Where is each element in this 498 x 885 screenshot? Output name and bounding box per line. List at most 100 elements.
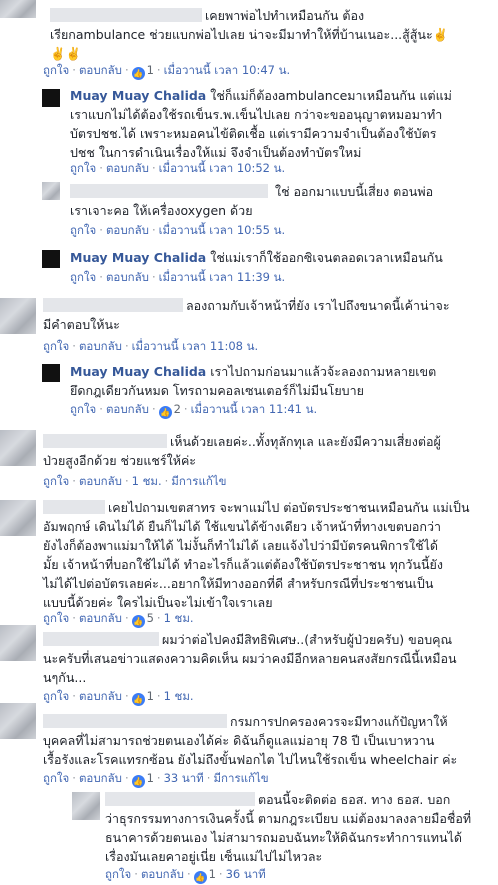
comment-actions: ถูกใจ · ตอบกลับ · 👍 1 · 33 นาที · มีการแก้ไข xyxy=(43,771,269,788)
reply-link[interactable]: ตอบกลับ xyxy=(79,63,122,77)
comment-actions: ถูกใจ · ตอบกลับ · 👍 1 · เมื่อวานนี้ เวลา 10:47 … xyxy=(43,63,291,80)
edited-label[interactable]: มีการแก้ไข xyxy=(171,474,226,488)
comment-actions: ถูกใจ · ตอบกลับ · เมื่อวานนี้ เวลา 10:52 น. xyxy=(70,161,286,175)
like-link[interactable]: ถูกใจ xyxy=(43,63,69,77)
comment-text: บุคคลที่ไม่สามารถช่วยตนเองได้ค่ะ ดิฉันก็… xyxy=(43,733,435,748)
comment-text: ใช่แม่เราก็ใช้ออกซิเจนตลอดเวลาเหมือนกัน xyxy=(210,250,443,265)
comment-text: ✌️✌️ xyxy=(50,46,82,61)
like-link[interactable]: ถูกใจ xyxy=(70,223,96,237)
like-count[interactable]: 1 xyxy=(147,771,154,785)
redacted-name xyxy=(105,792,255,806)
comment-text: เราเจาะคอ ให้เครื่องoxygen ด้วย xyxy=(70,203,253,218)
like-link[interactable]: ถูกใจ xyxy=(43,689,69,703)
comment-body: เห็นด้วยเลยค่ะ..ทั้งทุลักทุเล และยังมีคว… xyxy=(43,432,441,470)
comment-text: เรียกambulance ช่วยแบกพ่อไปเลย น่าจะมีมา… xyxy=(50,27,449,42)
like-link[interactable]: ถูกใจ xyxy=(43,339,69,353)
timestamp[interactable]: เมื่อวานนี้ เวลา 11:08 น. xyxy=(132,339,259,353)
comment-text: เราไปถามก่อนมาแล้วจ้ะลองถามหลายเขต xyxy=(210,364,437,379)
like-badge-icon[interactable]: 👍 xyxy=(131,615,145,628)
like-count[interactable]: 1 xyxy=(147,689,154,703)
reply-link[interactable]: ตอบกลับ xyxy=(79,339,122,353)
author-name[interactable]: Muay Muay Chalida xyxy=(70,250,206,265)
like-link[interactable]: ถูกใจ xyxy=(70,402,96,416)
author-name[interactable]: Muay Muay Chalida xyxy=(70,88,206,103)
like-badge-icon[interactable]: 👍 xyxy=(158,406,172,419)
redacted-name xyxy=(50,8,202,22)
redacted-name xyxy=(43,434,167,448)
like-link[interactable]: ถูกใจ xyxy=(105,867,131,881)
like-link[interactable]: ถูกใจ xyxy=(43,474,69,488)
avatar[interactable] xyxy=(42,364,60,382)
avatar[interactable] xyxy=(42,89,60,107)
avatar[interactable] xyxy=(72,792,100,820)
comment-text: นๆกัน... xyxy=(43,670,87,685)
avatar[interactable] xyxy=(0,703,36,739)
comment-actions: ถูกใจ · ตอบกลับ · เมื่อวานนี้ เวลา 11:08 น. xyxy=(43,339,259,353)
timestamp[interactable]: เมื่อวานนี้ เวลา 11:41 น. xyxy=(191,402,318,416)
timestamp[interactable]: 1 ชม. xyxy=(132,474,162,488)
like-badge-icon[interactable]: 👍 xyxy=(131,775,145,788)
like-badge-icon[interactable]: 👍 xyxy=(131,67,145,80)
comment-body: กรมการปกครองควรจะมีทางแก้ปัญหาให้ บุคคลท… xyxy=(43,712,457,769)
comment-actions: ถูกใจ · ตอบกลับ · เมื่อวานนี้ เวลา 11:39 น. xyxy=(70,270,286,284)
author-name[interactable]: Muay Muay Chalida xyxy=(70,364,206,379)
comment-text: อัมพฤกษ์ เดินไม่ได้ ยืนก็ไม่ได้ ใช้แขนได… xyxy=(43,519,442,534)
like-count[interactable]: 2 xyxy=(174,402,181,416)
like-badge-icon[interactable]: 👍 xyxy=(193,871,207,884)
like-link[interactable]: ถูกใจ xyxy=(70,161,96,175)
reply-link[interactable]: ตอบกลับ xyxy=(106,161,149,175)
timestamp[interactable]: เมื่อวานนี้ เวลา 11:39 น. xyxy=(159,270,286,284)
like-count[interactable]: 5 xyxy=(147,611,154,625)
comment-text: ใช่ก็แม่ก็ต้องambulanceมาเหมือนกัน แต่แม… xyxy=(210,88,452,103)
comment-body: Muay Muay Chalida เราไปถามก่อนมาแล้วจ้ะล… xyxy=(70,362,436,400)
avatar[interactable] xyxy=(42,182,60,200)
timestamp[interactable]: เมื่อวานนี้ เวลา 10:47 น. xyxy=(164,63,291,77)
reply-link[interactable]: ตอบกลับ xyxy=(106,270,149,284)
avatar[interactable] xyxy=(42,250,60,268)
timestamp[interactable]: 1 ชม. xyxy=(164,611,194,625)
edited-label[interactable]: มีการแก้ไข xyxy=(213,771,268,785)
comment-text: ป่วยสูงอีกด้วย ช่วยแชร์ให้ค่ะ xyxy=(43,453,197,468)
comment-text: ธนาคารด้วยตนเอง ไม่สามารถมอบฉันทะให้ดิฉั… xyxy=(105,830,463,845)
reply-link[interactable]: ตอบกลับ xyxy=(141,867,184,881)
reply-link[interactable]: ตอบกลับ xyxy=(79,474,122,488)
avatar[interactable] xyxy=(0,298,36,334)
like-count[interactable]: 1 xyxy=(147,63,154,77)
comment-text: กรมการปกครองควรจะมีทางแก้ปัญหาให้ xyxy=(230,714,448,729)
reply-link[interactable]: ตอบกลับ xyxy=(79,689,122,703)
comment-body: Muay Muay Chalida ใช่แม่เราก็ใช้ออกซิเจน… xyxy=(70,248,443,267)
avatar[interactable] xyxy=(0,0,36,18)
comment-actions: ถูกใจ · ตอบกลับ · 👍 5 · 1 ชม. xyxy=(43,611,194,628)
comment-body: ผมว่าต่อไปคงมีสิทธิพิเศษ..(สำหรับผู้ป่วย… xyxy=(43,630,457,687)
like-link[interactable]: ถูกใจ xyxy=(43,771,69,785)
timestamp[interactable]: 33 นาที xyxy=(164,771,204,785)
timestamp[interactable]: เมื่อวานนี้ เวลา 10:52 น. xyxy=(159,161,286,175)
comment-body: ใช่ ออกมาแบบนี้เสี่ยง ตอนพ่อ เราเจาะคอ ใ… xyxy=(70,182,433,220)
reply-link[interactable]: ตอบกลับ xyxy=(79,771,122,785)
like-link[interactable]: ถูกใจ xyxy=(43,611,69,625)
comment-body: ลองถามกับเจ้าหน้าที่ยัง เราไปถึงขนาดนี้เ… xyxy=(43,296,450,334)
comment-text: มีคำตอบให้นะ xyxy=(43,317,120,332)
redacted-name xyxy=(43,298,183,312)
reply-link[interactable]: ตอบกลับ xyxy=(79,611,122,625)
timestamp[interactable]: 1 ชม. xyxy=(164,689,194,703)
reply-link[interactable]: ตอบกลับ xyxy=(106,402,149,416)
like-link[interactable]: ถูกใจ xyxy=(70,270,96,284)
avatar[interactable] xyxy=(0,625,36,661)
comment-body: ตอนนี้จะติดต่อ ธอส. ทาง ธอส. บอก ว่าธุรก… xyxy=(105,790,471,866)
comment-body: เคยไปถามเขตสาทร จะพาแม่ไป ต่อบัตรประชาชน… xyxy=(43,498,470,612)
avatar[interactable] xyxy=(0,430,36,466)
timestamp[interactable]: เมื่อวานนี้ เวลา 10:55 น. xyxy=(159,223,286,237)
reply-link[interactable]: ตอบกลับ xyxy=(106,223,149,237)
like-badge-icon[interactable]: 👍 xyxy=(131,693,145,706)
comment-text: นะครับที่เสนอข่าวแสดงความคิดเห็น ผมว่าคง… xyxy=(43,651,457,666)
timestamp[interactable]: 36 นาที xyxy=(226,867,266,881)
redacted-name xyxy=(43,632,159,646)
avatar[interactable] xyxy=(0,500,36,536)
comment-actions: ถูกใจ · ตอบกลับ · 👍 2 · เมื่อวานนี้ เวลา 11:41 … xyxy=(70,402,318,419)
like-count[interactable]: 1 xyxy=(209,867,216,881)
comment-text: ลองถามกับเจ้าหน้าที่ยัง เราไปถึงขนาดนี้เ… xyxy=(186,298,450,313)
comment-text: เคยพาพ่อไปทำเหมือนกัน ต้อง xyxy=(205,8,365,23)
comment-text: ผมว่าต่อไปคงมีสิทธิพิเศษ..(สำหรับผู้ป่วย… xyxy=(162,632,453,647)
comment-text: ยังไงก็ต้องพาแม่มาให้ได้ ไม่งั้นก็ทำไม่ไ… xyxy=(43,538,439,553)
